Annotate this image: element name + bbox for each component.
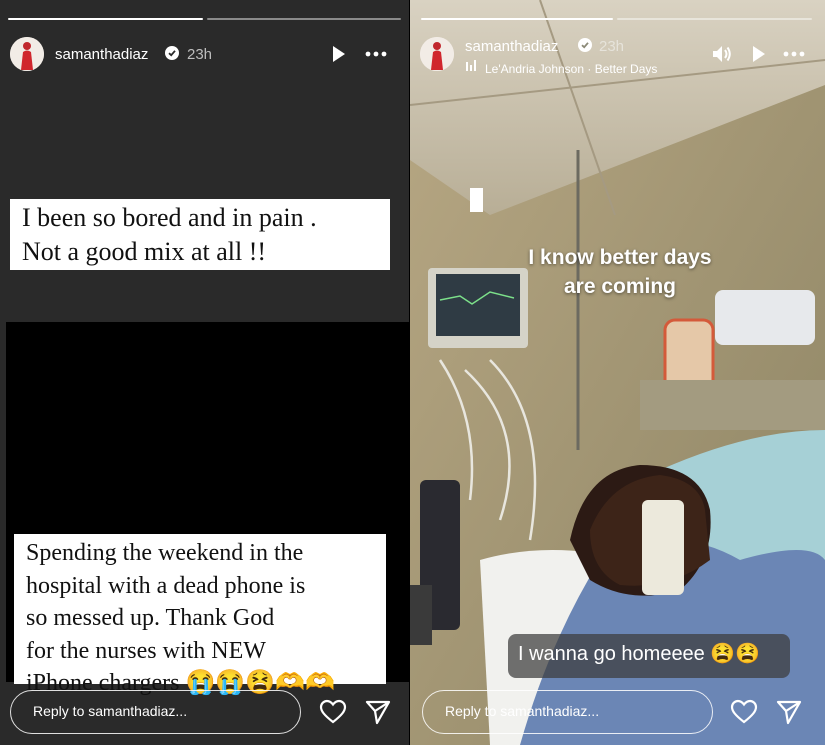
verified-icon bbox=[165, 46, 179, 60]
progress-segment-1 bbox=[421, 18, 613, 20]
story-header: samanthadiaz 23h bbox=[10, 37, 399, 73]
send-icon[interactable] bbox=[364, 698, 392, 726]
caption-top-line: Not a good mix at all !! bbox=[22, 237, 267, 266]
overlay-line: I know better days bbox=[528, 246, 712, 269]
more-icon[interactable] bbox=[782, 42, 806, 66]
progress-segment-2 bbox=[207, 18, 401, 20]
music-bars-icon bbox=[466, 60, 476, 71]
story-left[interactable]: samanthadiaz 23h I been so bored and in … bbox=[0, 0, 409, 745]
caption-bottom-line: Spending the weekend in the bbox=[26, 540, 304, 566]
caption-bottom-line: so messed up. Thank God bbox=[26, 605, 275, 631]
reply-input[interactable]: Reply to samanthadiaz... bbox=[10, 690, 301, 734]
story-right[interactable]: samanthadiaz 23h Le'Andria Johnson · Bet… bbox=[410, 0, 825, 745]
heart-icon[interactable] bbox=[319, 698, 347, 726]
username[interactable]: samanthadiaz bbox=[465, 38, 558, 55]
caption-top: I been so bored and in pain . Not a good… bbox=[10, 199, 390, 270]
caption-bottom-line: for the nurses with NEW bbox=[26, 637, 266, 664]
caption-top-line: I been so bored and in pain . bbox=[22, 203, 317, 232]
username[interactable]: samanthadiaz bbox=[55, 46, 148, 63]
avatar[interactable] bbox=[420, 37, 454, 71]
more-icon[interactable] bbox=[364, 42, 388, 66]
heart-icon[interactable] bbox=[730, 698, 758, 726]
reply-placeholder: Reply to samanthadiaz... bbox=[445, 703, 600, 719]
caption-bottom-line: hospital with a dead phone is bbox=[26, 572, 306, 599]
play-icon[interactable] bbox=[326, 42, 350, 66]
reply-placeholder: Reply to samanthadiaz... bbox=[33, 703, 188, 719]
text-sticker: I wanna go homeeee 😫😫 bbox=[508, 634, 790, 678]
caption-bottom: Spending the weekend in the hospital wit… bbox=[14, 534, 386, 696]
speaker-icon[interactable] bbox=[710, 42, 734, 66]
progress-segment-1 bbox=[8, 18, 203, 20]
progress-segment-2 bbox=[617, 18, 812, 20]
play-icon[interactable] bbox=[746, 42, 770, 66]
song-label[interactable]: Le'Andria Johnson · Better Days bbox=[485, 62, 657, 76]
overlay-line: are coming bbox=[563, 275, 677, 298]
overlay-text: I know better days are coming bbox=[490, 243, 750, 301]
timestamp: 23h bbox=[187, 46, 213, 63]
story-header: samanthadiaz 23h Le'Andria Johnson · Bet… bbox=[420, 37, 815, 76]
avatar[interactable] bbox=[10, 37, 44, 71]
timestamp: 23h bbox=[599, 38, 625, 55]
verified-icon bbox=[578, 38, 592, 52]
send-icon[interactable] bbox=[775, 698, 803, 726]
reply-input[interactable]: Reply to samanthadiaz... bbox=[422, 690, 713, 734]
